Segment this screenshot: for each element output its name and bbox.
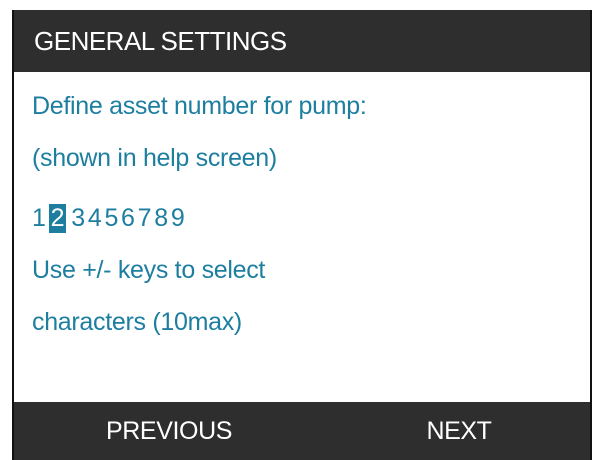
instruction-line-1: Use +/- keys to select [32,256,266,284]
asset-char[interactable]: 4 [88,204,102,233]
prompt-line-1: Define asset number for pump: [32,92,367,120]
previous-button[interactable]: PREVIOUS [54,402,284,460]
content-area: Define asset number for pump: (shown in … [14,72,590,402]
asset-char[interactable]: 1 [32,204,46,233]
asset-char[interactable]: 6 [121,204,135,233]
asset-char-selected[interactable]: 2 [48,204,67,233]
asset-char[interactable]: 5 [104,204,118,233]
page-title: GENERAL SETTINGS [14,10,590,72]
instruction-line-2: characters (10max) [32,308,242,336]
softkey-bar: PREVIOUS NEXT [14,402,590,460]
next-button[interactable]: NEXT [344,402,574,460]
asset-char[interactable]: 3 [71,204,85,233]
asset-char[interactable]: 7 [138,204,152,233]
asset-char[interactable]: 9 [171,204,185,233]
settings-screen: GENERAL SETTINGS Define asset number for… [12,10,592,460]
asset-number-field[interactable]: 123456789 [32,204,187,233]
prompt-line-2: (shown in help screen) [32,144,277,172]
asset-char[interactable]: 8 [154,204,168,233]
